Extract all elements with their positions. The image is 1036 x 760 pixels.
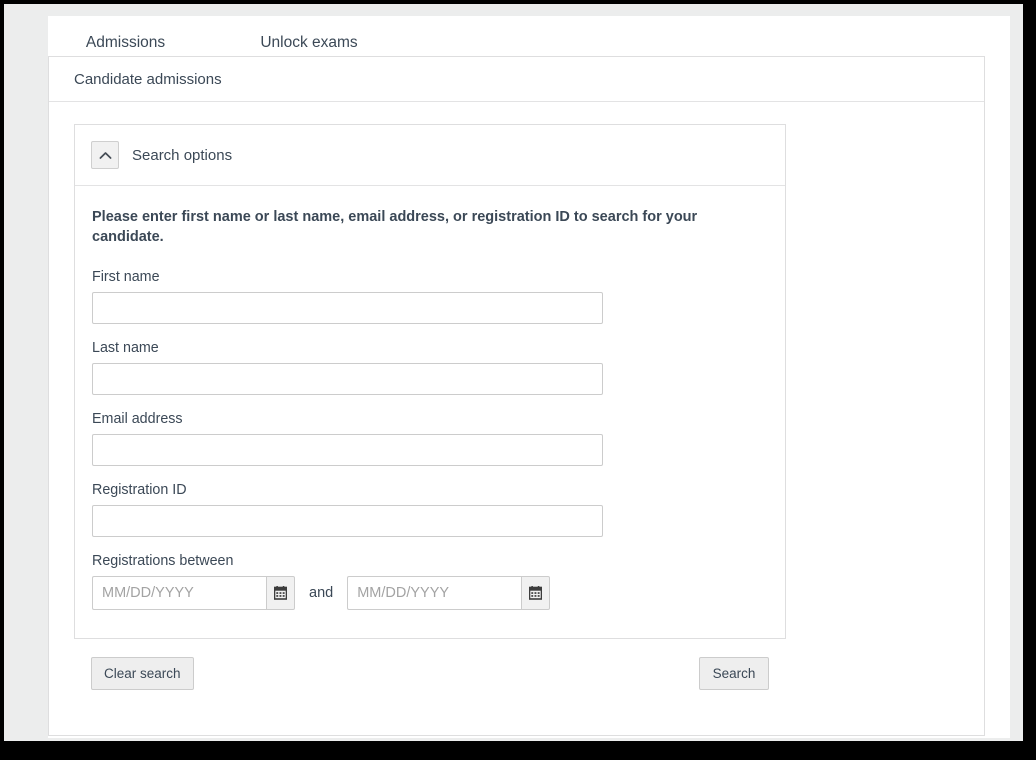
search-instructions: Please enter first name or last name, em… bbox=[92, 209, 698, 245]
search-panel-footer: Clear search Search bbox=[74, 639, 786, 690]
clear-search-button[interactable]: Clear search bbox=[91, 656, 194, 690]
date-from-calendar-button[interactable] bbox=[266, 575, 295, 610]
date-to-input[interactable] bbox=[347, 575, 522, 610]
first-name-input[interactable] bbox=[92, 291, 603, 324]
search-options-body: Please enter first name or last name, em… bbox=[75, 186, 785, 638]
search-options-collapse-button[interactable] bbox=[91, 141, 119, 169]
date-from-input[interactable] bbox=[92, 575, 266, 610]
screenshot-frame: Admissions Unlock exams Candidate admiss… bbox=[0, 0, 1036, 760]
registration-id-label: Registration ID bbox=[92, 481, 187, 498]
registrations-between-label: Registrations between bbox=[92, 552, 234, 569]
email-address-label: Email address bbox=[92, 410, 183, 427]
field-first-name: First name bbox=[92, 269, 785, 324]
calendar-icon bbox=[274, 585, 287, 600]
last-name-label: Last name bbox=[92, 339, 159, 356]
registration-id-input[interactable] bbox=[92, 504, 603, 537]
search-button[interactable]: Search bbox=[699, 656, 769, 690]
last-name-input[interactable] bbox=[92, 362, 603, 395]
page-title: Candidate admissions bbox=[74, 70, 222, 88]
search-options-header[interactable]: Search options bbox=[75, 125, 785, 186]
field-registrations-between: Registrations between MM/DD/YYYY and MM/… bbox=[92, 553, 785, 610]
field-registration-id: Registration ID bbox=[92, 482, 785, 537]
tab-unlock-exams-label: Unlock exams bbox=[260, 34, 358, 51]
card-body: Search options Please enter first name o… bbox=[49, 102, 984, 690]
calendar-icon bbox=[529, 585, 543, 600]
field-last-name: Last name bbox=[92, 340, 785, 395]
date-from-group bbox=[92, 575, 295, 610]
field-email-address: Email address bbox=[92, 411, 785, 466]
tab-admissions-label: Admissions bbox=[85, 34, 166, 51]
card-header: Candidate admissions bbox=[49, 57, 984, 102]
date-to-group bbox=[347, 575, 551, 610]
search-options-label: Search options bbox=[132, 146, 233, 164]
date-range-row: and bbox=[92, 575, 785, 610]
chevron-up-icon bbox=[99, 151, 112, 160]
date-range-separator: and bbox=[309, 584, 334, 601]
email-address-input[interactable] bbox=[92, 433, 603, 466]
window-gutter: Admissions Unlock exams Candidate admiss… bbox=[4, 4, 1023, 741]
candidate-admissions-card: Candidate admissions Search options Plea… bbox=[48, 56, 985, 736]
page-viewport: Admissions Unlock exams Candidate admiss… bbox=[48, 16, 1010, 738]
first-name-label: First name bbox=[92, 268, 160, 285]
date-to-calendar-button[interactable] bbox=[521, 575, 551, 610]
search-options-panel: Search options Please enter first name o… bbox=[74, 124, 786, 639]
